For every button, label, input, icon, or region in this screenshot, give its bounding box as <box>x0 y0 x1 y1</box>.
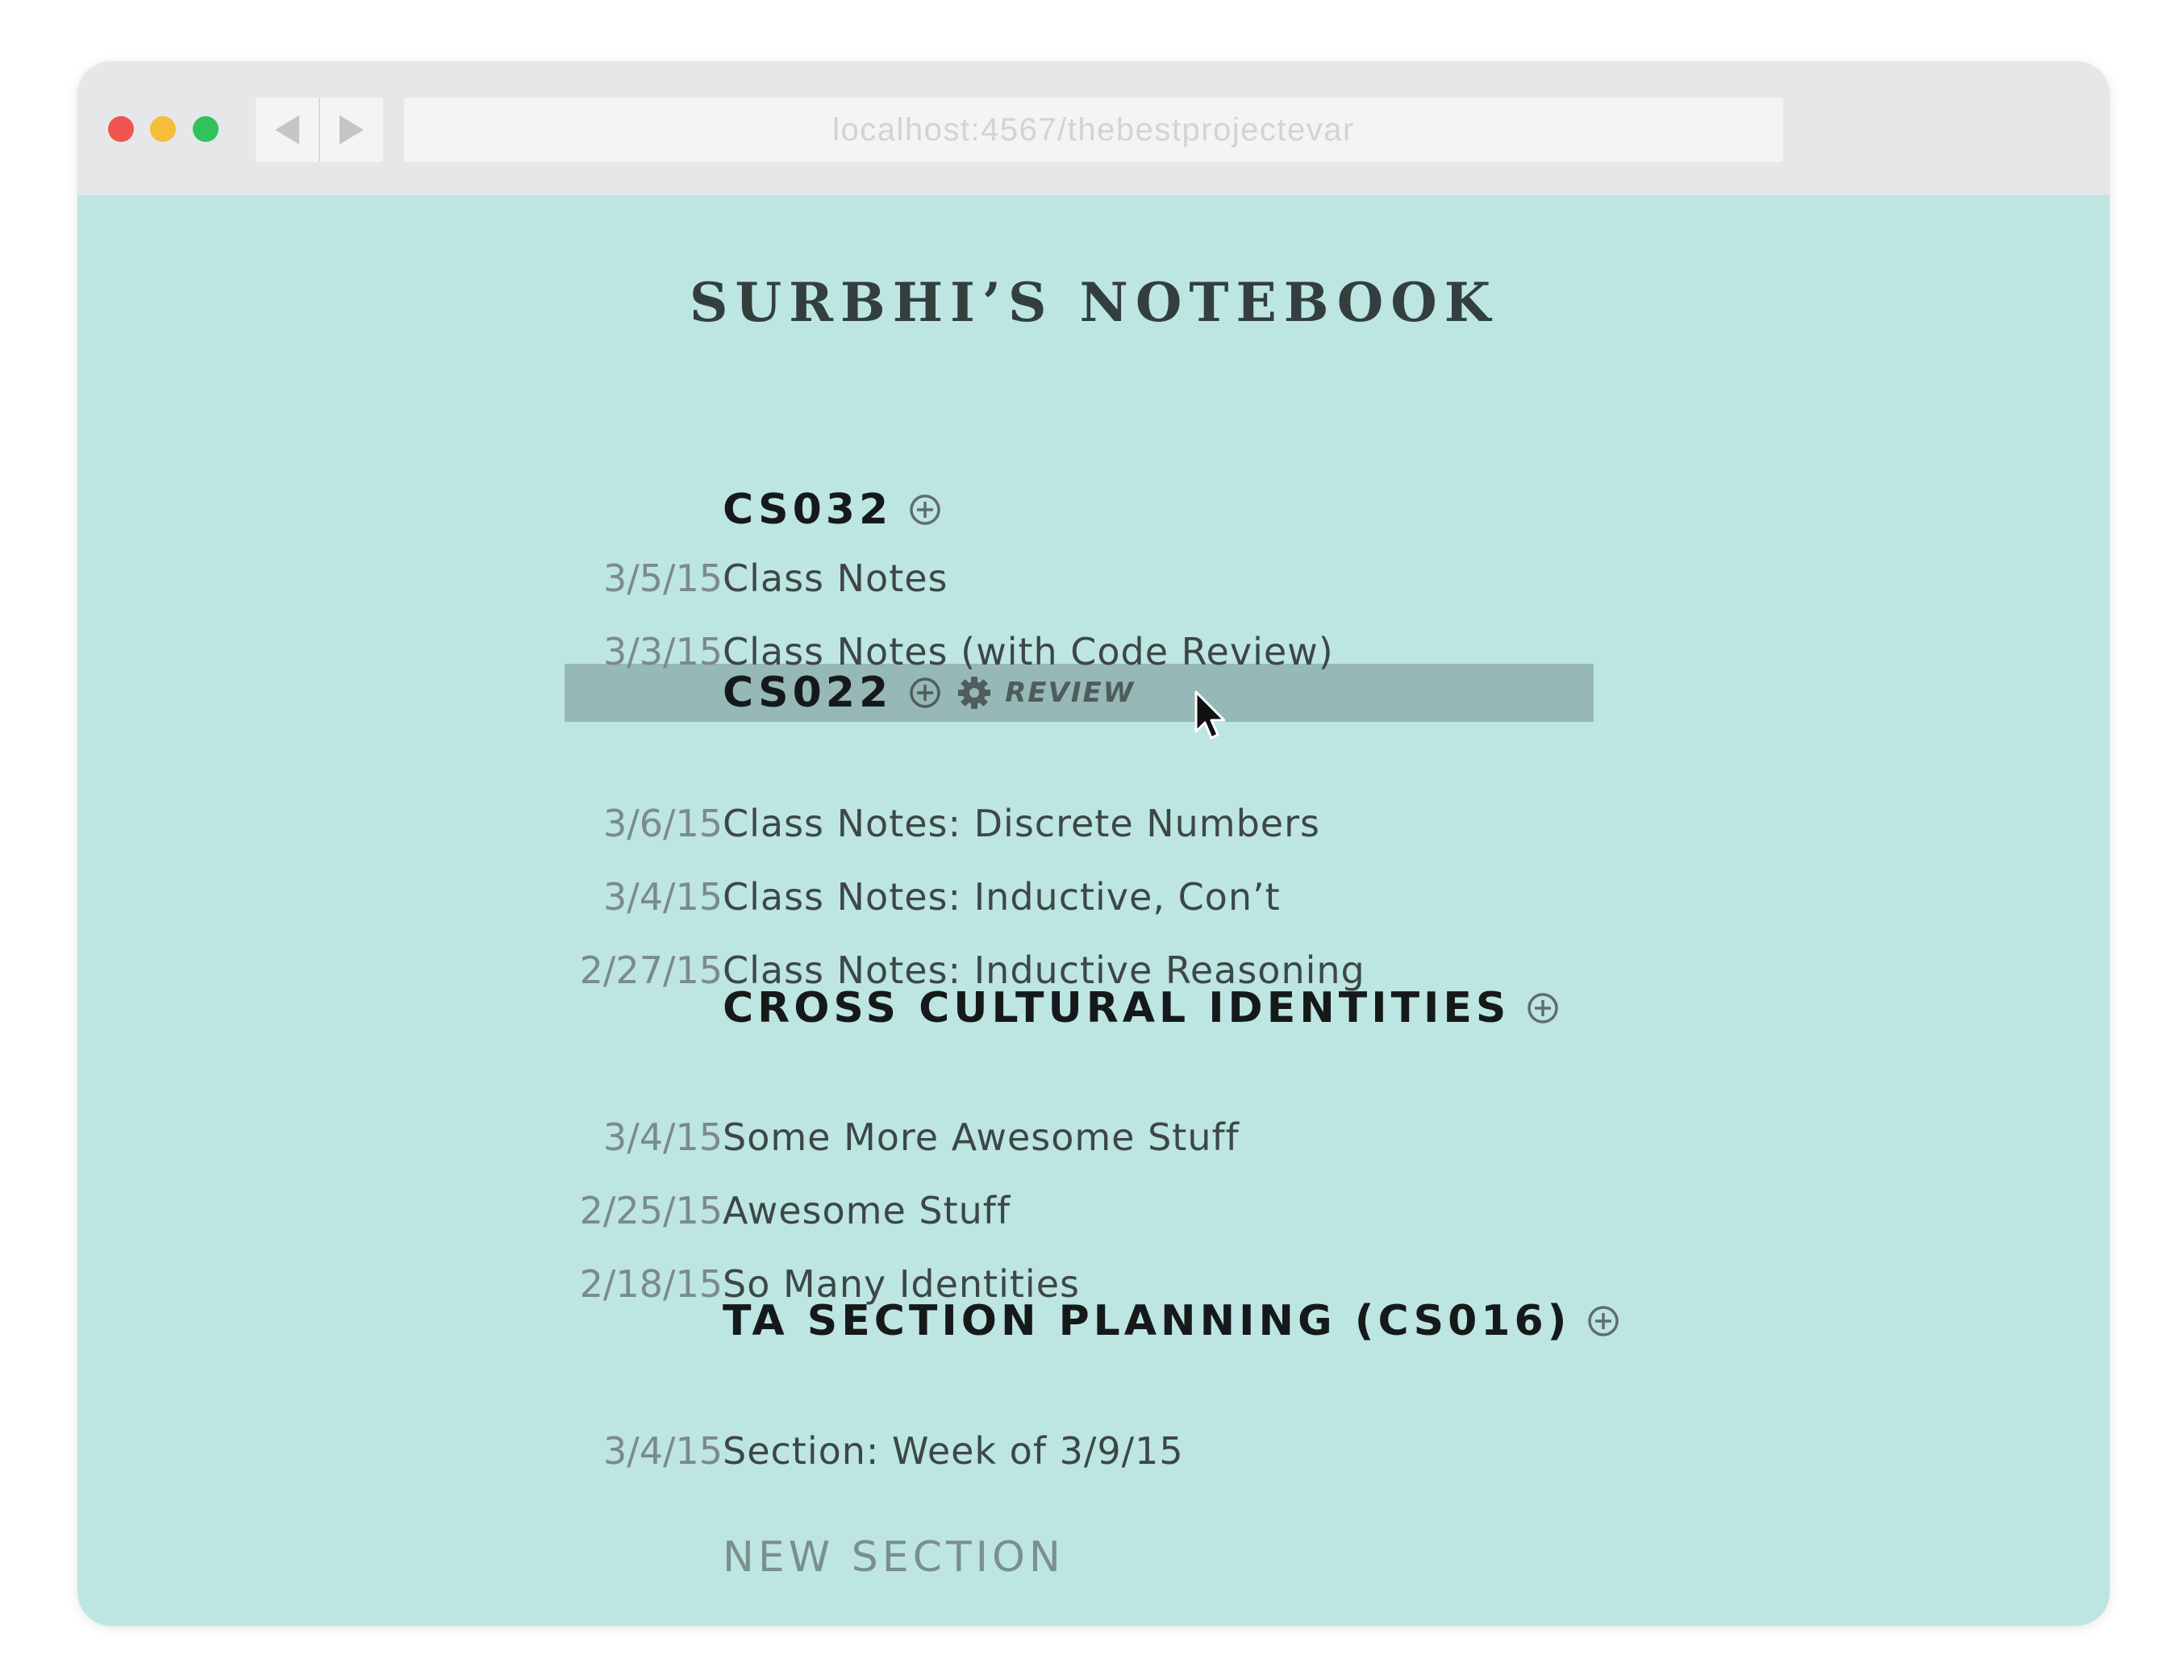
section-title: TA SECTION PLANNING (CS016) <box>723 1297 1571 1345</box>
entry-date: 3/4/15 <box>602 875 723 919</box>
entry-title: Awesome Stuff <box>723 1189 1011 1232</box>
entry-date: 2/25/15 <box>579 1189 723 1232</box>
entry-date: 3/4/15 <box>602 1429 723 1473</box>
entry-title: Some More Awesome Stuff <box>723 1115 1240 1159</box>
new-section-button[interactable]: NEW SECTION <box>723 1529 1065 1586</box>
list-item[interactable]: 3/4/15 Class Notes: Inductive, Con’t <box>77 869 2110 925</box>
entry-date: 3/5/15 <box>602 557 723 600</box>
entry-date: 2/18/15 <box>579 1262 723 1306</box>
add-entry-icon[interactable] <box>1526 991 1560 1025</box>
section-header-cs032[interactable]: CS032 <box>723 477 942 542</box>
entry-title: Class Notes <box>723 557 948 600</box>
add-entry-icon[interactable] <box>908 676 942 710</box>
add-entry-icon[interactable] <box>1586 1304 1620 1338</box>
entry-title: Class Notes: Inductive, Con’t <box>723 875 1281 919</box>
entry-date: 3/3/15 <box>602 630 723 673</box>
entry-title: Class Notes: Discrete Numbers <box>723 802 1320 845</box>
entry-date: 3/6/15 <box>602 802 723 845</box>
entry-title: Section: Week of 3/9/15 <box>723 1429 1184 1473</box>
list-item[interactable]: 3/4/15 Some More Awesome Stuff <box>77 1109 2110 1165</box>
mouse-pointer-icon <box>1194 690 1226 740</box>
section-header-cross-cultural-identities[interactable]: CROSS CULTURAL IDENTITIES <box>723 976 1560 1040</box>
section-header-cs022[interactable]: CS022 REVIEW <box>723 661 1135 725</box>
section-title: CS022 <box>723 669 893 717</box>
list-item[interactable]: 3/6/15 Class Notes: Discrete Numbers <box>77 795 2110 852</box>
list-item[interactable]: 3/5/15 Class Notes <box>77 550 2110 607</box>
section-title: CROSS CULTURAL IDENTITIES <box>723 984 1511 1032</box>
review-link[interactable]: REVIEW <box>1005 677 1135 709</box>
entry-date: 2/27/15 <box>579 948 723 992</box>
list-item[interactable]: 3/4/15 Section: Week of 3/9/15 <box>77 1423 2110 1479</box>
gear-icon[interactable] <box>957 675 992 711</box>
add-entry-icon[interactable] <box>908 493 942 527</box>
entry-date: 3/4/15 <box>602 1115 723 1159</box>
list-item[interactable]: 2/25/15 Awesome Stuff <box>77 1182 2110 1239</box>
section-header-ta-section-planning[interactable]: TA SECTION PLANNING (CS016) <box>723 1289 1620 1353</box>
section-title: CS032 <box>723 486 893 534</box>
notebook-sections: CS032 3/5/15 Class Notes 3/3/15 Class No… <box>77 61 2110 1626</box>
browser-window: localhost:4567/thebestprojectevar SURBHI… <box>77 61 2110 1626</box>
